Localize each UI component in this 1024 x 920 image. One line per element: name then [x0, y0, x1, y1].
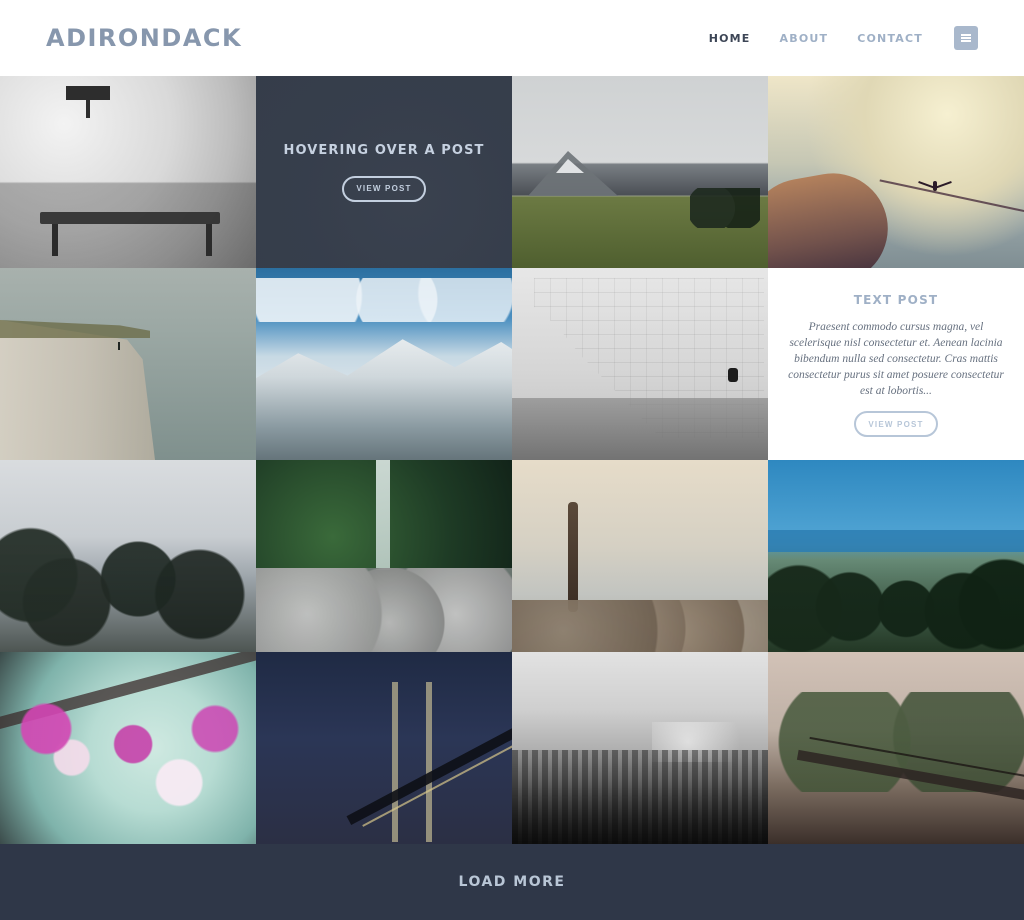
- mountain-peak: [528, 151, 618, 196]
- forest-canopy: [768, 544, 1024, 652]
- mountain-clouds: [256, 278, 512, 322]
- wooden-pole: [568, 502, 578, 612]
- nav-contact[interactable]: CONTACT: [857, 32, 923, 45]
- bird-silhouette: [918, 178, 952, 196]
- main-nav: HOME ABOUT CONTACT: [709, 26, 978, 50]
- nav-home[interactable]: HOME: [709, 32, 751, 45]
- post-tile-bridge[interactable]: [256, 652, 512, 844]
- mountain-snowcap: [556, 159, 584, 173]
- post-tile-bench[interactable]: [0, 76, 256, 268]
- post-tile-city[interactable]: [512, 652, 768, 844]
- mountain-trees: [690, 188, 760, 228]
- post-tile-cliff[interactable]: [0, 268, 256, 460]
- post-grid: HOVERING OVER A POST VIEW POST TEXT POST…: [0, 76, 1024, 844]
- post-tile-stairs-wall[interactable]: [512, 268, 768, 460]
- site-header: ADIRONDACK HOME ABOUT CONTACT: [0, 0, 1024, 76]
- nav-about[interactable]: ABOUT: [780, 32, 829, 45]
- post-tile-text[interactable]: TEXT POST Praesent commodo cursus magna,…: [768, 268, 1024, 460]
- bench-photo-sign-post: [86, 100, 90, 118]
- waterfall-stream: [376, 460, 390, 570]
- wall-base: [512, 398, 768, 460]
- post-tile-sea-forest[interactable]: [768, 460, 1024, 652]
- bridge-tower: [392, 682, 432, 842]
- site-footer: LOAD MORE: [0, 844, 1024, 920]
- mountain-ridge: [256, 339, 512, 460]
- bench-photo-leg-left: [52, 224, 58, 256]
- hamburger-menu-icon: [961, 34, 971, 42]
- cliff-person: [118, 342, 120, 350]
- post-tile-snow-forest[interactable]: [0, 460, 256, 652]
- post-tile-pole-stones[interactable]: [512, 460, 768, 652]
- cliff-rock: [0, 320, 155, 460]
- stairs-person: [728, 368, 738, 382]
- text-post-title: TEXT POST: [853, 293, 939, 307]
- post-tile-boat-bird[interactable]: [768, 76, 1024, 268]
- bench-photo-seat: [40, 212, 220, 224]
- load-more-button[interactable]: LOAD MORE: [459, 874, 566, 890]
- post-tile-snow-mountains[interactable]: [256, 268, 512, 460]
- bench-photo-leg-right: [206, 224, 212, 256]
- hover-post-title: HOVERING OVER A POST: [283, 142, 485, 158]
- stones-pile: [512, 600, 768, 652]
- post-tile-blossoms[interactable]: [0, 652, 256, 844]
- post-tile-mountain-valley[interactable]: [512, 76, 768, 268]
- text-post-excerpt: Praesent commodo cursus magna, vel scele…: [788, 321, 1004, 397]
- blossom-flowers: [0, 652, 256, 844]
- snow-forest-trees: [0, 460, 256, 652]
- post-tile-waterfall[interactable]: [256, 460, 512, 652]
- bench-photo-sign: [66, 86, 110, 100]
- cliff-grass: [0, 320, 150, 338]
- post-tile-fog-deck[interactable]: [768, 652, 1024, 844]
- site-logo[interactable]: ADIRONDACK: [46, 24, 242, 52]
- view-post-button-text[interactable]: VIEW POST: [854, 411, 938, 437]
- waterfall-rocks: [256, 568, 512, 652]
- city-skyline: [512, 750, 768, 844]
- view-post-button[interactable]: VIEW POST: [342, 175, 426, 202]
- boat-deck: [768, 164, 897, 268]
- post-tile-hovering[interactable]: HOVERING OVER A POST VIEW POST: [256, 76, 512, 268]
- menu-button[interactable]: [954, 26, 978, 50]
